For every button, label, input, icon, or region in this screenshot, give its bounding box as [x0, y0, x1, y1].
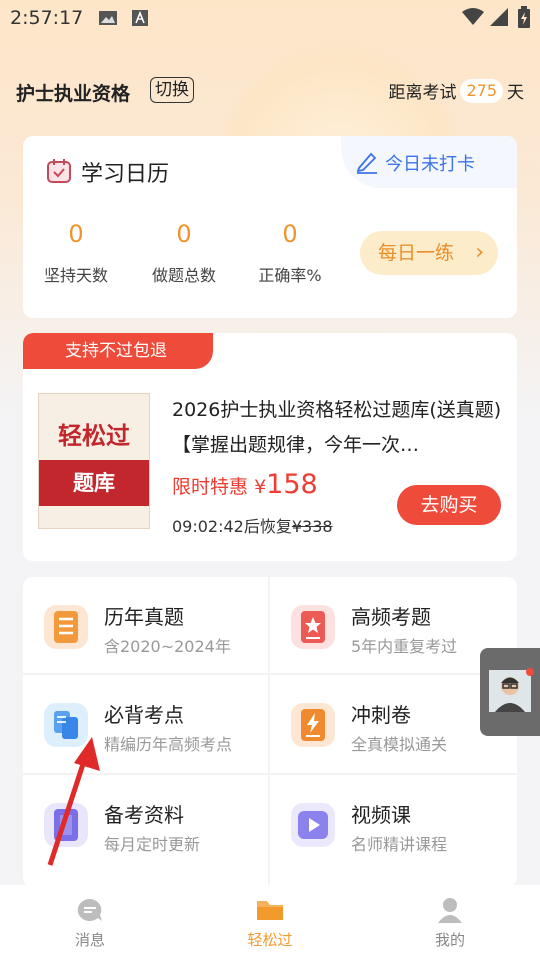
tab-messages[interactable]: 消息 — [40, 897, 140, 950]
timer-value: 09:02:42 — [172, 517, 244, 536]
floating-assistant[interactable] — [480, 648, 540, 736]
header: 护士执业资格 切换 距离考试 275 天 — [0, 72, 540, 112]
bottom-tab-bar: 消息 轻松过 我的 — [0, 885, 540, 960]
grid-item-title: 视频课 — [351, 803, 411, 827]
chevron-right-icon: › — [475, 240, 484, 265]
book-cover: 轻松过 题库 — [38, 393, 150, 529]
stat-label: 做题总数 — [151, 266, 216, 285]
study-calendar-card: 学习日历 今日未打卡 0 坚持天数 0 做题总数 0 正确率% 每日一练 › — [23, 136, 517, 318]
grid-item-title: 高频考题 — [351, 605, 431, 629]
grid-item-subtitle: 全真模拟通关 — [351, 735, 448, 754]
timer-suffix: 后恢复 — [243, 517, 292, 536]
product-price: 限时特惠 ¥158 — [172, 469, 318, 500]
price-currency: ¥ — [254, 476, 267, 498]
exam-days-badge: 275 — [460, 78, 503, 103]
grid-item-subtitle: 名师精讲课程 — [351, 835, 448, 854]
wifi-icon — [462, 8, 484, 25]
switch-button[interactable]: 切换 — [150, 77, 194, 103]
checkin-button[interactable]: 今日未打卡 — [341, 136, 517, 188]
daily-practice-button[interactable]: 每日一练 › — [360, 231, 498, 275]
tab-me[interactable]: 我的 — [400, 897, 500, 950]
grid-item-title: 历年真题 — [104, 605, 184, 629]
book-cover-line1: 轻松过 — [58, 422, 130, 450]
grid-item-video-course[interactable]: 视频课 名师精讲课程 — [270, 775, 515, 871]
stat-accuracy: 0 正确率% — [245, 220, 335, 286]
status-bar: 2:57:17 — [0, 0, 540, 36]
grid-item-sprint-paper[interactable]: 冲刺卷 全真模拟通关 — [270, 675, 515, 771]
exam-countdown: 距离考试 275 天 — [388, 78, 524, 103]
promo-card[interactable]: 支持不过包退 轻松过 题库 2026护士执业资格轻松过题库(送真题)【掌握出题规… — [23, 333, 517, 561]
tab-qingsongguo[interactable]: 轻松过 — [220, 897, 320, 950]
checkin-label: 今日未打卡 — [385, 154, 475, 175]
calendar-title: 学习日历 — [81, 162, 170, 187]
stat-value: 0 — [68, 220, 84, 248]
price-value: 158 — [266, 469, 318, 500]
stat-label: 正确率% — [258, 266, 322, 285]
notification-dot — [526, 668, 534, 676]
list-icon — [44, 605, 88, 649]
grid-item-subtitle: 精编历年高频考点 — [104, 735, 233, 754]
signal-icon — [490, 8, 508, 26]
grid-item-subtitle: 每月定时更新 — [104, 835, 201, 854]
calendar-icon — [47, 159, 71, 183]
gallery-icon — [99, 11, 117, 25]
price-label: 限时特惠 — [172, 476, 249, 498]
stat-questions-total: 0 做题总数 — [139, 220, 229, 286]
guarantee-tag: 支持不过包退 — [23, 333, 213, 369]
stat-persist-days: 0 坚持天数 — [31, 220, 121, 286]
tab-label: 轻松过 — [247, 931, 293, 949]
grid-item-title: 必背考点 — [104, 703, 184, 727]
stat-value: 0 — [282, 220, 298, 248]
pencil-icon — [356, 152, 377, 174]
stat-label: 坚持天数 — [43, 266, 108, 285]
exam-countdown-prefix: 距离考试 — [388, 83, 457, 103]
grid-item-title: 冲刺卷 — [351, 703, 411, 727]
message-icon — [77, 898, 102, 921]
status-time: 2:57:17 — [10, 7, 84, 29]
folder-icon — [257, 901, 283, 920]
grid-item-subtitle: 5年内重复考过 — [351, 637, 458, 656]
battery-icon — [518, 6, 530, 28]
exam-countdown-suffix: 天 — [507, 83, 524, 103]
assistant-avatar — [489, 670, 531, 712]
product-title: 2026护士执业资格轻松过题库(送真题)【掌握出题规律，今年一次… — [172, 399, 502, 456]
grid-item-title: 备考资料 — [104, 803, 184, 827]
stat-value: 0 — [176, 220, 192, 248]
user-icon — [438, 898, 462, 923]
grid-item-past-exams[interactable]: 历年真题 含2020~2024年 — [23, 577, 268, 673]
tab-label: 我的 — [434, 931, 465, 949]
buy-button[interactable]: 去购买 — [397, 485, 501, 525]
play-icon — [291, 803, 335, 847]
old-price: ¥338 — [291, 517, 333, 536]
daily-practice-label: 每日一练 — [378, 242, 455, 264]
book-cover-line2: 题库 — [39, 460, 149, 506]
annotation-arrow — [47, 737, 100, 866]
page-title: 护士执业资格 — [16, 83, 131, 105]
tab-label: 消息 — [74, 931, 105, 949]
grid-item-subtitle: 含2020~2024年 — [104, 637, 231, 656]
lightning-icon — [291, 703, 335, 747]
star-book-icon — [291, 605, 335, 649]
grid-item-high-frequency[interactable]: 高频考题 5年内重复考过 — [270, 577, 515, 673]
countdown-timer: 09:02:42后恢复¥338 — [172, 513, 333, 537]
font-a-icon — [132, 10, 148, 26]
